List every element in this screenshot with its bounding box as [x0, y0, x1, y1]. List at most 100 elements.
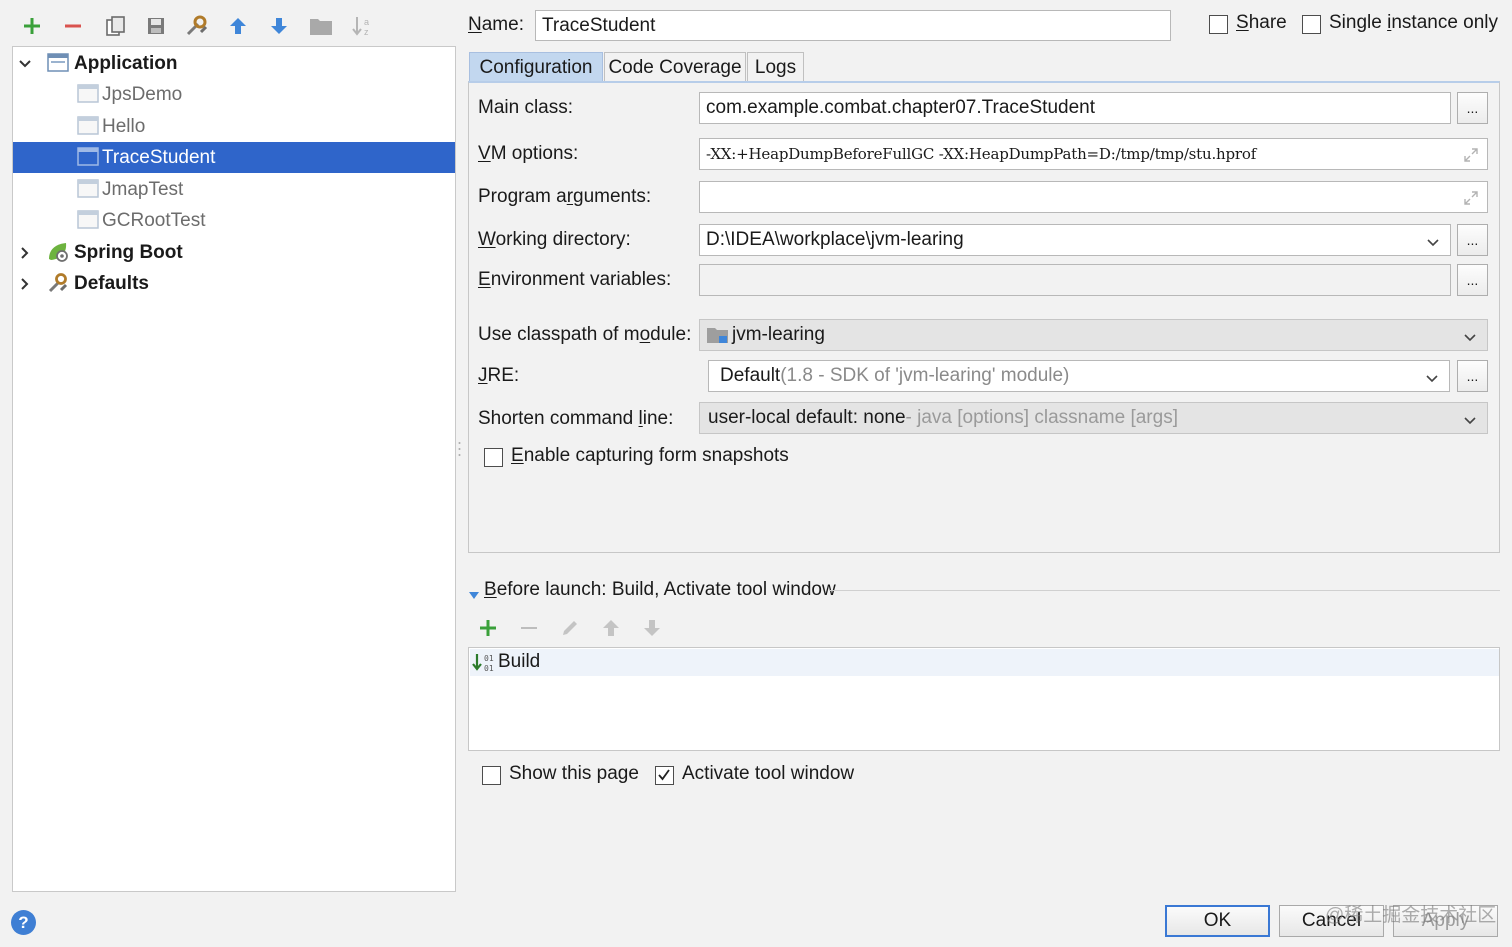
tree-item-label: Defaults	[74, 272, 149, 294]
shorten-command-line-label: Shorten command line:	[478, 408, 674, 429]
main-class-label: Main class:	[478, 97, 574, 118]
tree-item-gcroottest[interactable]: GCRootTest	[13, 205, 455, 236]
name-label: Name:	[468, 14, 524, 35]
main-class-browse-button[interactable]: ...	[1457, 92, 1488, 124]
application-icon	[77, 147, 99, 167]
chevron-down-icon	[1463, 412, 1477, 433]
save-icon[interactable]	[142, 12, 170, 40]
chevron-right-icon[interactable]	[17, 276, 33, 292]
tree-item-tracestudent[interactable]: TraceStudent	[13, 142, 455, 173]
expand-icon[interactable]	[1463, 190, 1479, 212]
activate-tool-window-checkbox[interactable]	[655, 766, 674, 785]
ok-button[interactable]: OK	[1165, 905, 1270, 937]
copy-icon[interactable]	[101, 12, 129, 40]
svg-text:a: a	[364, 17, 369, 27]
form-snapshots-label: Enable capturing form snapshots	[511, 445, 789, 466]
application-icon	[77, 210, 99, 230]
remove-task-icon[interactable]	[515, 614, 543, 642]
share-label: Share	[1236, 12, 1287, 33]
single-instance-checkbox[interactable]	[1302, 15, 1321, 34]
tab-logs[interactable]: Logs	[747, 52, 804, 82]
working-directory-label: Working directory:	[478, 229, 631, 250]
add-task-icon[interactable]	[474, 614, 502, 642]
tree-item-label: JpsDemo	[102, 83, 183, 105]
chevron-down-icon	[1426, 234, 1440, 255]
spring-boot-icon	[47, 241, 69, 262]
sort-icon[interactable]: az	[348, 12, 376, 40]
working-directory-browse-button[interactable]: ...	[1457, 224, 1488, 256]
chevron-down-icon	[1425, 370, 1439, 391]
vm-options-label: VM options:	[478, 143, 579, 164]
environment-variables-input[interactable]	[699, 264, 1451, 296]
list-item-label: Build	[498, 651, 541, 672]
tree-item-hello[interactable]: Hello	[13, 111, 455, 142]
tree-item-label: Spring Boot	[74, 241, 183, 263]
classpath-module-combo[interactable]: jvm-learing	[699, 319, 1488, 351]
move-up-icon[interactable]	[224, 12, 252, 40]
move-task-up-icon[interactable]	[597, 614, 625, 642]
checkmark-icon	[658, 769, 670, 781]
chevron-down-icon	[1463, 329, 1477, 350]
svg-text:01: 01	[484, 664, 494, 673]
classpath-module-label: Use classpath of module:	[478, 324, 692, 345]
application-icon	[77, 116, 99, 136]
main-class-input[interactable]: com.example.combat.chapter07.TraceStuden…	[699, 92, 1451, 124]
application-icon	[47, 53, 69, 73]
configuration-tree[interactable]: Application JpsDemo Hello TraceStudent J…	[12, 46, 456, 892]
tree-item-application[interactable]: Application	[13, 48, 455, 79]
wrench-icon	[47, 272, 69, 293]
edit-task-icon[interactable]	[556, 614, 584, 642]
tree-item-jmaptest[interactable]: JmapTest	[13, 174, 455, 205]
program-arguments-input[interactable]	[699, 181, 1488, 213]
jre-label: JRE:	[478, 365, 520, 386]
move-task-down-icon[interactable]	[638, 614, 666, 642]
application-icon	[77, 84, 99, 104]
add-icon[interactable]	[18, 12, 46, 40]
help-button[interactable]: ?	[11, 910, 36, 935]
tree-item-spring-boot[interactable]: Spring Boot	[13, 237, 455, 268]
tree-item-defaults[interactable]: Defaults	[13, 268, 455, 299]
show-page-checkbox[interactable]	[482, 766, 501, 785]
watermark: @稀土掘金技术社区	[1325, 905, 1497, 926]
activate-tool-window-label: Activate tool window	[682, 763, 855, 784]
tree-item-label: Hello	[102, 115, 146, 137]
tab-configuration[interactable]: Configuration	[469, 52, 603, 82]
tree-item-label: JmapTest	[102, 178, 184, 200]
build-icon: 01 01	[472, 652, 494, 680]
tree-item-label: Application	[74, 52, 178, 74]
program-arguments-label: Program arguments:	[478, 186, 652, 207]
environment-variables-label: Environment variables:	[478, 269, 672, 290]
separator	[829, 590, 1500, 591]
collapse-triangle-icon[interactable]	[468, 585, 480, 607]
svg-text:z: z	[364, 27, 369, 37]
name-input[interactable]: TraceStudent	[535, 10, 1171, 41]
jre-browse-button[interactable]: ...	[1457, 360, 1488, 392]
move-down-icon[interactable]	[265, 12, 293, 40]
shorten-command-line-combo[interactable]: user-local default: none - java [options…	[699, 402, 1488, 434]
folder-icon[interactable]	[307, 12, 335, 40]
expand-icon[interactable]	[1463, 147, 1479, 167]
chevron-down-icon[interactable]	[17, 56, 33, 72]
list-item[interactable]: 01 01 Build	[470, 649, 1499, 676]
module-icon	[706, 325, 730, 345]
share-checkbox[interactable]	[1209, 15, 1228, 34]
edit-defaults-icon[interactable]	[183, 12, 211, 40]
vm-options-input[interactable]: -XX:+HeapDumpBeforeFullGC -XX:HeapDumpPa…	[699, 138, 1488, 170]
jre-combo[interactable]: Default (1.8 - SDK of 'jvm-learing' modu…	[708, 360, 1450, 392]
remove-icon[interactable]	[59, 12, 87, 40]
application-icon	[77, 179, 99, 199]
svg-text:01: 01	[484, 654, 494, 663]
single-instance-label: Single instance only	[1329, 12, 1499, 33]
tree-item-label: GCRootTest	[102, 209, 206, 231]
tree-item-jpsdemo[interactable]: JpsDemo	[13, 79, 455, 110]
before-launch-title: Before launch: Build, Activate tool wind…	[484, 579, 836, 600]
help-icon: ?	[18, 912, 29, 932]
before-launch-list[interactable]: 01 01 Build	[468, 647, 1500, 751]
chevron-right-icon[interactable]	[17, 245, 33, 261]
splitter-handle[interactable]	[457, 440, 462, 458]
tab-code-coverage[interactable]: Code Coverage	[604, 52, 746, 82]
form-snapshots-checkbox[interactable]	[484, 448, 503, 467]
working-directory-combo[interactable]: D:\IDEA\workplace\jvm-learing	[699, 224, 1451, 256]
show-page-label: Show this page	[509, 763, 639, 784]
environment-variables-browse-button[interactable]: ...	[1457, 264, 1488, 296]
